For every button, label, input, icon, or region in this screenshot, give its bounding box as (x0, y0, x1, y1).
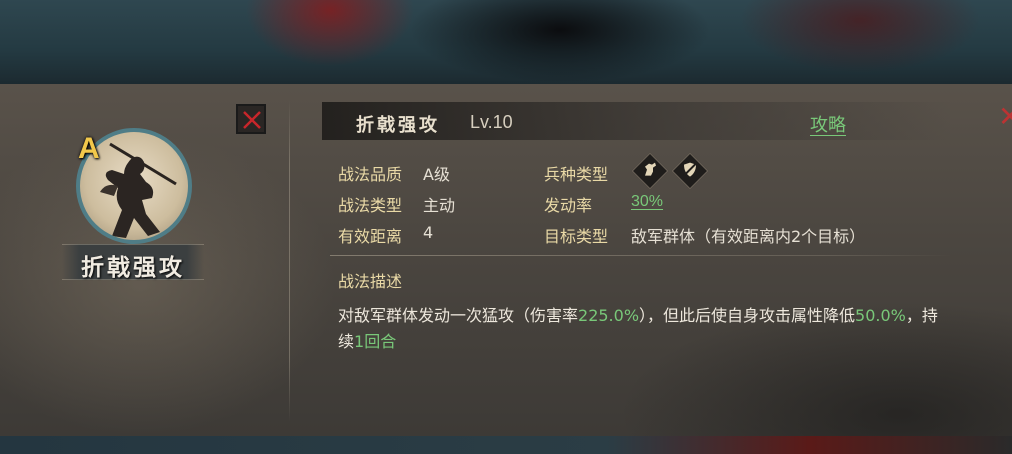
description-part2: ），但此后使自身攻击属性降低 (639, 306, 856, 325)
range-value: 4 (423, 223, 434, 242)
description-text: 对敌军群体发动一次猛攻（伤害率225.0%），但此后使自身攻击属性降低50.0%… (338, 303, 950, 355)
damage-rate-value: 225.0% (578, 306, 640, 325)
description-part1: 对敌军群体发动一次猛攻（伤害率 (338, 306, 579, 325)
skill-type-label: 战法类型 (338, 196, 403, 215)
panel-vertical-divider (289, 100, 290, 422)
close-button[interactable] (236, 104, 266, 134)
background-scene-bottom (0, 436, 1012, 454)
skill-level: Lv.10 (470, 112, 513, 132)
close-icon (243, 111, 261, 129)
skill-type-value: 主动 (423, 196, 456, 215)
trigger-rate-value[interactable]: 30% (631, 193, 663, 211)
quality-label: 战法品质 (338, 165, 403, 184)
section-divider (330, 255, 952, 256)
skill-name-banner: 折戟强攻 (62, 244, 204, 281)
skill-title: 折戟强攻 (356, 115, 440, 136)
quality-value: A级 (423, 165, 450, 184)
attack-reduce-value: 50.0% (855, 306, 906, 325)
target-type-value: 敌军群体（有效距离内2个目标） (631, 227, 866, 246)
target-type-label: 目标类型 (544, 227, 609, 246)
strategy-guide-link[interactable]: 攻略 (810, 111, 846, 137)
background-scene-top (0, 0, 1012, 84)
skill-grade-badge: A (78, 132, 100, 165)
description-title: 战法描述 (338, 272, 403, 291)
range-label: 有效距离 (338, 227, 403, 246)
skill-name-banner-label: 折戟强攻 (81, 255, 185, 281)
edge-close-icon[interactable]: ✕ (998, 100, 1012, 133)
duration-value: 1回合 (354, 332, 397, 351)
trigger-rate-label: 发动率 (544, 196, 593, 215)
troop-type-label: 兵种类型 (544, 165, 609, 184)
